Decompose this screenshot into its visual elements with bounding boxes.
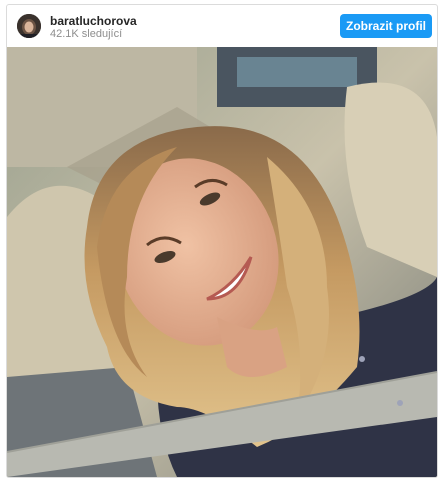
selfie-photo[interactable] [7,47,437,477]
profile-avatar[interactable] [17,14,41,38]
username[interactable]: baratluchorova [50,14,137,28]
photo-image [7,47,437,477]
post-header: baratluchorova 42.1K sledující Zobrazit … [7,5,437,47]
view-profile-button[interactable]: Zobrazit profil [340,14,432,38]
instagram-embed: baratluchorova 42.1K sledující Zobrazit … [6,4,438,478]
avatar-image [17,14,41,38]
follower-count: 42.1K sledující [50,28,123,40]
